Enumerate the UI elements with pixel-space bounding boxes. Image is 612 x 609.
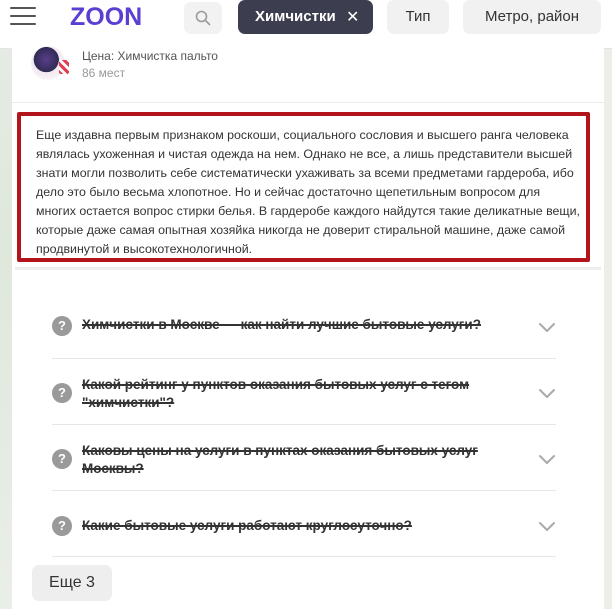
map-background: [0, 0, 12, 609]
faq-question: Какие бытовые услуги работают круглосуто…: [82, 518, 412, 533]
zoon-logo[interactable]: ZOON: [70, 3, 142, 32]
faq-item[interactable]: ? Каковы цены на услуги в пунктах оказан…: [52, 424, 556, 491]
chevron-down-icon[interactable]: [538, 454, 556, 466]
show-more-button[interactable]: Еще 3: [32, 565, 112, 601]
question-icon: ?: [52, 316, 72, 336]
faq-item[interactable]: ? Химчистки в Москве — как найти лучшие …: [52, 292, 556, 359]
close-icon[interactable]: ✕: [346, 7, 359, 27]
faq-question: Химчистки в Москве — как найти лучшие бы…: [82, 317, 481, 332]
type-filter-button[interactable]: Тип: [387, 0, 449, 34]
listing-avatar: [31, 46, 69, 80]
active-filter-label: Химчистки: [255, 8, 336, 25]
faq-question: Каковы цены на услуги в пунктах оказания…: [82, 443, 478, 476]
chevron-down-icon[interactable]: [538, 388, 556, 400]
active-filter-chip[interactable]: Химчистки ✕: [238, 0, 373, 34]
question-icon: ?: [52, 516, 72, 536]
faq-question: Какой рейтинг у пунктов оказания бытовых…: [82, 377, 470, 410]
description-text: Еще издавна первым признаком роскоши, со…: [36, 128, 580, 256]
listing-places-count: 86 мест: [82, 66, 126, 80]
show-more-label: Еще 3: [49, 574, 95, 591]
search-icon: [195, 10, 211, 26]
location-filter-button[interactable]: Метро, район: [463, 0, 601, 34]
chevron-down-icon[interactable]: [538, 322, 556, 334]
content-panel: Цена: Химчистка пальто 86 мест Еще издав…: [12, 46, 604, 609]
listing-card[interactable]: Цена: Химчистка пальто 86 мест: [12, 46, 604, 103]
question-icon: ?: [52, 383, 72, 403]
location-filter-label: Метро, район: [484, 8, 580, 25]
menu-icon[interactable]: [10, 7, 36, 27]
divider: [15, 267, 601, 270]
chevron-down-icon[interactable]: [538, 521, 556, 533]
type-filter-label: Тип: [405, 8, 431, 25]
listing-price: Цена: Химчистка пальто: [82, 49, 218, 63]
question-icon: ?: [52, 449, 72, 469]
description-highlight: Еще издавна первым признаком роскоши, со…: [17, 112, 590, 262]
map-background-right: [604, 0, 612, 609]
top-bar: ZOON Химчистки ✕ Тип Метро, район: [0, 0, 612, 49]
faq-item[interactable]: ? Какой рейтинг у пунктов оказания бытов…: [52, 358, 556, 425]
search-button[interactable]: [184, 2, 222, 34]
faq-item[interactable]: ? Какие бытовые услуги работают круглосу…: [52, 490, 556, 557]
